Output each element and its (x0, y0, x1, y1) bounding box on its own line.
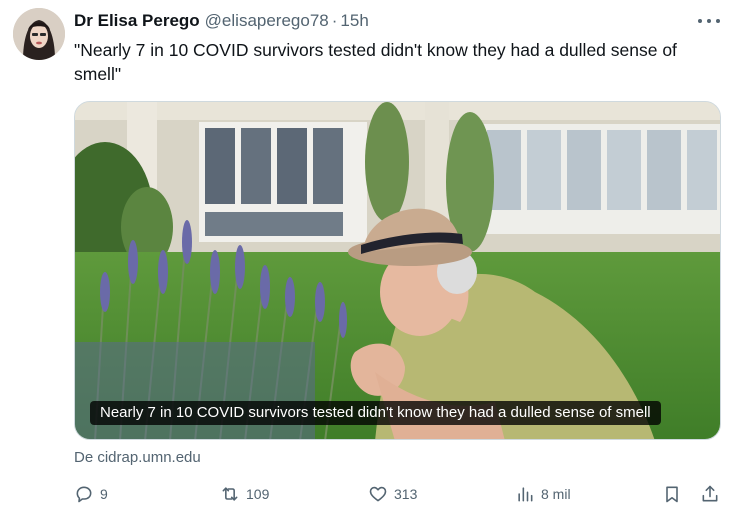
share-button[interactable] (700, 480, 720, 508)
more-options-icon[interactable] (698, 12, 720, 30)
link-source[interactable]: De cidrap.umn.edu (74, 449, 201, 466)
separator-dot: · (331, 11, 338, 30)
bookmark-icon (666, 486, 678, 503)
author-name[interactable]: Dr Elisa Perego (74, 11, 200, 31)
like-count: 313 (394, 486, 418, 502)
author-avatar[interactable] (13, 8, 65, 60)
avatar-image (13, 8, 65, 60)
author-handle[interactable]: @elisaperego78 (205, 11, 329, 31)
like-button[interactable]: 313 (368, 480, 417, 508)
tweet-media[interactable]: Nearly 7 in 10 COVID survivors tested di… (74, 101, 721, 440)
bookmark-button[interactable] (662, 480, 682, 508)
tweet-actions: 9 109 313 8 mil (74, 480, 724, 508)
repost-button[interactable]: 109 (220, 480, 269, 508)
tweet-header: Dr Elisa Perego @elisaperego78 · 15h (74, 10, 369, 32)
views-count: 8 mil (541, 486, 571, 502)
media-caption: Nearly 7 in 10 COVID survivors tested di… (90, 401, 661, 425)
heart-icon (369, 486, 387, 502)
repost-count: 109 (246, 486, 270, 502)
reply-icon (76, 486, 92, 503)
views-button[interactable]: 8 mil (515, 480, 571, 508)
tweet-text: "Nearly 7 in 10 COVID survivors tested d… (74, 40, 677, 84)
reply-button[interactable]: 9 (74, 480, 108, 508)
repost-icon (222, 487, 238, 501)
share-icon (702, 485, 718, 502)
reply-count: 9 (100, 486, 108, 502)
views-chart-icon (518, 487, 533, 502)
media-image (75, 102, 720, 439)
tweet-timestamp[interactable]: 15h (340, 11, 368, 31)
